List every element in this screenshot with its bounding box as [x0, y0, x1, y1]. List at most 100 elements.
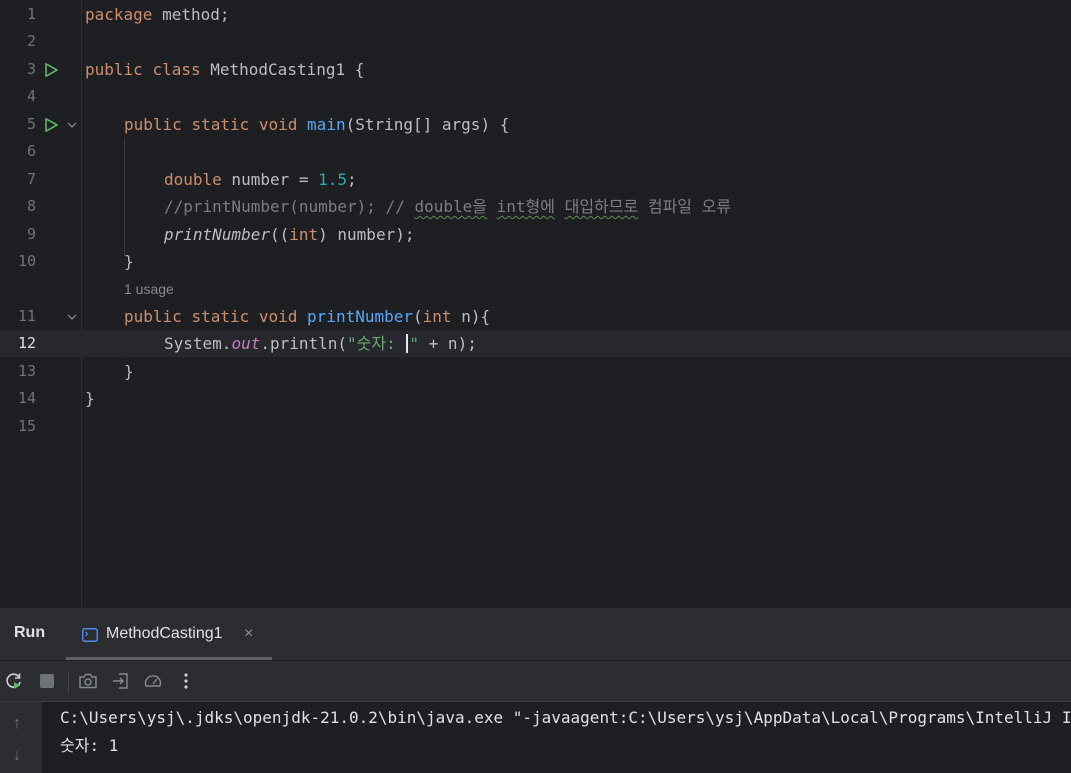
code-line-9[interactable]: 9 printNumber((int) number);	[0, 221, 1071, 248]
camera-icon[interactable]	[78, 671, 98, 691]
code-line-13[interactable]: 13 }	[0, 358, 1071, 385]
code-line-14[interactable]: 14 }	[0, 385, 1071, 412]
arrow-down-icon[interactable]: ↓	[13, 747, 21, 765]
line-number: 7	[26, 170, 36, 188]
keyword-public: public	[124, 307, 182, 326]
keyword-package: package	[85, 5, 153, 24]
comment-text[interactable]: //printNumber(number); // double을 int형에 …	[164, 193, 731, 220]
gauge-icon[interactable]	[143, 671, 163, 691]
line-number: 11	[17, 307, 36, 325]
line-number: 3	[26, 60, 36, 78]
code-line-1[interactable]: 1 package method;	[0, 1, 1071, 28]
line-number: 13	[17, 362, 36, 380]
toolbar-separator	[68, 671, 69, 693]
keyword-double: double	[164, 170, 222, 189]
chevron-down-icon[interactable]	[65, 119, 79, 131]
package-name: method;	[152, 5, 230, 24]
console-icon	[82, 627, 98, 646]
class-ref: System.	[164, 334, 232, 353]
concat-expr: + n);	[419, 334, 477, 353]
paren: ((	[269, 225, 290, 244]
code-text[interactable]: public static void main(String[] args) {	[124, 111, 509, 138]
code-line-6[interactable]: 6	[0, 138, 1071, 165]
closing-brace[interactable]: }	[85, 385, 95, 412]
run-header: Run MethodCasting1 ×	[0, 608, 1071, 661]
cast-arg: ) number);	[318, 225, 415, 244]
code-line-7[interactable]: 7 double number = 1.5;	[0, 166, 1071, 193]
keyword-class: class	[152, 60, 201, 79]
paren: (	[413, 307, 423, 326]
rerun-icon[interactable]	[4, 671, 24, 691]
keyword-public: public	[85, 60, 143, 79]
open-brace: {	[345, 60, 365, 79]
comment-space	[555, 197, 565, 216]
method-signature: (String[] args) {	[345, 115, 510, 134]
run-tool-window: Run MethodCasting1 × ↑ ↓ C:\Users\ysj\.j…	[0, 607, 1071, 773]
ide-window: 1 package method; 2 3 public class Metho…	[0, 0, 1071, 773]
line-number: 4	[26, 87, 36, 105]
line-number: 2	[26, 32, 36, 50]
code-line-15[interactable]: 15	[0, 413, 1071, 440]
close-icon[interactable]: ×	[244, 625, 253, 643]
keyword-int: int	[422, 307, 452, 326]
closing-brace[interactable]: }	[124, 248, 134, 275]
typo-word: int형에	[496, 197, 555, 216]
stop-icon[interactable]	[37, 671, 57, 691]
code-text[interactable]: public class MethodCasting1 {	[85, 56, 364, 83]
keyword-void: void	[258, 115, 298, 134]
keyword-int: int	[289, 225, 319, 244]
more-vertical-icon[interactable]	[176, 671, 196, 691]
comment-part: //printNumber(number); //	[164, 197, 415, 216]
static-field: out	[231, 334, 261, 353]
code-line-12[interactable]: 12 System.out.println("숫자: " + n);	[0, 330, 1071, 357]
string-literal-end: "	[409, 334, 420, 353]
semicolon: ;	[347, 170, 357, 189]
code-line-11[interactable]: 11 public static void printNumber(int n)…	[0, 303, 1071, 330]
code-line-10[interactable]: 10 }	[0, 248, 1071, 275]
exit-icon[interactable]	[111, 671, 131, 691]
code-text[interactable]: double number = 1.5;	[164, 166, 357, 193]
console-line-output: 숫자: 1	[60, 736, 119, 755]
code-line-5[interactable]: 5 public static void main(String[] args)…	[0, 111, 1071, 138]
comment-part: 컴파일 오류	[638, 197, 732, 216]
closing-brace[interactable]: }	[124, 358, 134, 385]
method-name: main	[307, 115, 346, 134]
string-literal: "숫자:	[347, 334, 406, 353]
code-line-3[interactable]: 3 public class MethodCasting1 {	[0, 56, 1071, 83]
line-number: 12	[17, 334, 36, 352]
run-icon[interactable]	[42, 61, 60, 79]
line-number: 10	[17, 252, 36, 270]
method-name: printNumber	[307, 307, 414, 326]
code-text[interactable]: printNumber((int) number);	[164, 221, 414, 248]
code-text[interactable]: System.out.println("숫자: " + n);	[164, 330, 477, 357]
line-number: 6	[26, 142, 36, 160]
keyword-public: public	[124, 115, 182, 134]
line-number: 5	[26, 115, 36, 133]
tab-label: MethodCasting1	[106, 625, 223, 642]
tab-active-indicator	[66, 657, 272, 660]
run-panel-title[interactable]: Run	[14, 624, 45, 642]
arrow-up-icon[interactable]: ↑	[13, 715, 21, 733]
code-text[interactable]: package method;	[85, 1, 230, 28]
number-literal: 1.5	[318, 170, 348, 189]
console-line-command: C:\Users\ysj\.jdks\openjdk-21.0.2\bin\ja…	[60, 708, 1071, 727]
code-editor[interactable]: 1 package method; 2 3 public class Metho…	[0, 0, 1071, 607]
code-line-4[interactable]: 4	[0, 83, 1071, 110]
run-toolbar	[0, 661, 1071, 702]
chevron-down-icon[interactable]	[65, 311, 79, 323]
console-output[interactable]: ↑ ↓ C:\Users\ysj\.jdks\openjdk-21.0.2\bi…	[0, 702, 1071, 773]
class-name: MethodCasting1	[210, 60, 346, 79]
run-icon[interactable]	[42, 116, 60, 134]
method-call: .println(	[260, 334, 348, 353]
usage-hint[interactable]: 1 usage	[124, 276, 174, 303]
line-number: 14	[17, 389, 36, 407]
code-line-8[interactable]: 8 //printNumber(number); // double을 int형…	[0, 193, 1071, 220]
tab-methodcasting1[interactable]: MethodCasting1 ×	[66, 608, 272, 660]
line-number: 15	[17, 417, 36, 435]
line-number: 9	[26, 225, 36, 243]
typo-word: 대입하므로	[564, 197, 639, 216]
comment-space	[487, 197, 497, 216]
code-text[interactable]: public static void printNumber(int n){	[124, 303, 490, 330]
code-line-2[interactable]: 2	[0, 28, 1071, 55]
method-params: n){	[451, 307, 491, 326]
